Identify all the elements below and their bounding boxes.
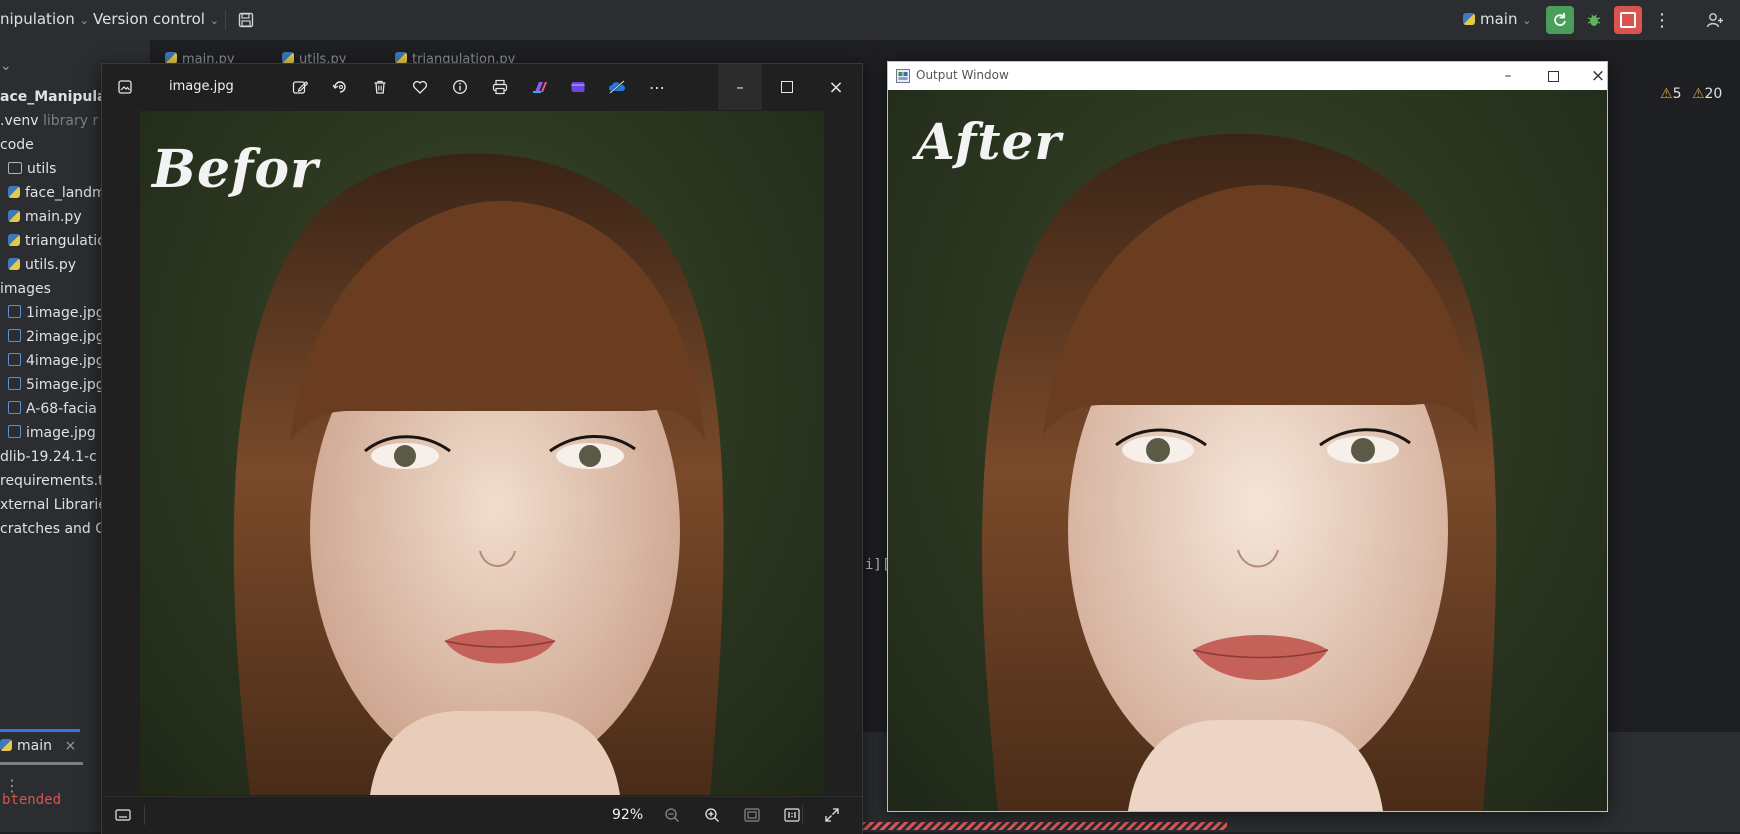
tree-item-requirements[interactable]: requirements.t: [0, 471, 104, 491]
close-button[interactable]: ×: [1583, 66, 1613, 86]
inspection-widget[interactable]: ⚠5 ⚠20: [1660, 86, 1722, 102]
tree-item-utils-folder[interactable]: utils: [8, 159, 56, 179]
tree-item-venv[interactable]: .venv library r: [0, 111, 98, 131]
info-icon[interactable]: [447, 75, 473, 99]
tree-item-code[interactable]: code: [0, 135, 34, 155]
tree-item-1image[interactable]: 1image.jpg: [8, 303, 105, 323]
image-file-icon: [8, 401, 21, 414]
weak-warning-icon: ⚠: [1691, 86, 1705, 102]
gallery-icon[interactable]: [112, 75, 138, 99]
file-name: image.jpg: [169, 79, 234, 94]
zoom-out-icon[interactable]: [659, 803, 685, 827]
close-tab-icon[interactable]: ×: [64, 738, 76, 754]
print-icon[interactable]: [487, 75, 513, 99]
tree-item-external-libraries[interactable]: xternal Libraries: [0, 495, 114, 515]
output-window-title: Output Window: [916, 68, 1009, 82]
favorite-heart-icon[interactable]: [407, 75, 433, 99]
tree-item-triangulation[interactable]: triangulatio: [8, 231, 106, 251]
portrait-after: [982, 133, 1497, 811]
image-file-icon: [8, 329, 21, 342]
before-caption: Befor: [152, 139, 319, 200]
python-icon: [8, 210, 20, 222]
run-tab-indicator: [0, 729, 80, 732]
clipchamp-icon[interactable]: [565, 75, 591, 99]
portrait-before: [233, 153, 724, 795]
vcs-menu[interactable]: Version control ⌄: [93, 10, 219, 28]
folder-icon: [8, 162, 22, 174]
image-file-icon: [8, 377, 21, 390]
maximize-button[interactable]: [1538, 66, 1568, 86]
tree-item-2image[interactable]: 2image.jpg: [8, 327, 105, 347]
rotate-icon[interactable]: [327, 75, 353, 99]
rerun-icon[interactable]: [1546, 6, 1574, 34]
tree-item-scratches[interactable]: cratches and Co: [0, 519, 114, 539]
output-window: Output Window – × After: [887, 61, 1608, 812]
minimize-button[interactable]: –: [718, 64, 762, 110]
tree-item-main-py[interactable]: main.py: [8, 207, 82, 227]
fullscreen-icon[interactable]: [819, 803, 845, 827]
close-button[interactable]: ×: [814, 64, 858, 110]
python-icon: [8, 186, 20, 198]
delete-icon[interactable]: [367, 75, 393, 99]
run-tab[interactable]: main ×: [0, 738, 76, 754]
zoom-level: 92%: [612, 807, 644, 823]
python-icon: [8, 258, 20, 270]
output-window-titlebar: Output Window – ×: [888, 62, 1607, 90]
error-underline: [862, 822, 1227, 830]
more-vertical-icon[interactable]: ⋮: [1650, 8, 1674, 32]
before-image: Befor: [140, 111, 824, 795]
minimize-button[interactable]: –: [1493, 66, 1523, 86]
fit-to-window-icon[interactable]: [739, 803, 765, 827]
status-divider: [144, 805, 145, 825]
project-menu[interactable]: nipulation ⌄: [0, 10, 89, 28]
python-icon: [0, 739, 12, 751]
status-divider: [802, 805, 803, 825]
after-caption: After: [916, 112, 1062, 171]
tree-item-dlib[interactable]: dlib-19.24.1-c: [0, 447, 97, 467]
more-options-icon[interactable]: ⋯: [644, 75, 670, 99]
save-icon[interactable]: [234, 8, 258, 32]
ide-toolbar: nipulation ⌄ Version control ⌄ main ⌄ ⋮: [0, 0, 1740, 41]
tree-item-images[interactable]: images: [0, 279, 51, 299]
run-tab-underline: [0, 762, 83, 765]
image-file-icon: [8, 353, 21, 366]
python-icon: [8, 234, 20, 246]
image-file-icon: [8, 425, 21, 438]
tree-item-face-landm[interactable]: face_landm: [8, 183, 106, 203]
tree-item-4image[interactable]: 4image.jpg: [8, 351, 105, 371]
tree-item-utils-py[interactable]: utils.py: [8, 255, 76, 275]
maximize-button[interactable]: [765, 64, 809, 110]
toolbar-divider: [225, 10, 226, 30]
image-file-icon: [8, 305, 21, 318]
app-window-icon: [896, 68, 910, 83]
python-icon: [1463, 13, 1475, 25]
photos-titlebar: image.jpg ⋯ – ×: [102, 64, 862, 110]
after-image: After: [888, 90, 1607, 811]
zoom-in-icon[interactable]: [699, 803, 725, 827]
warning-icon: ⚠: [1660, 86, 1673, 102]
photos-viewer-window: image.jpg ⋯ – × Befor 92%: [101, 63, 863, 834]
copilot-icon[interactable]: [527, 75, 553, 99]
tree-item-5image[interactable]: 5image.jpg: [8, 375, 105, 395]
tree-item-image-jpg[interactable]: image.jpg: [8, 423, 96, 443]
stop-icon[interactable]: [1614, 6, 1642, 34]
tree-item-a68-facial[interactable]: A-68-facia: [8, 399, 97, 419]
debug-icon[interactable]: [1582, 8, 1606, 32]
more-vertical-icon[interactable]: ⋮: [4, 776, 20, 795]
edit-image-icon[interactable]: [287, 75, 313, 99]
add-user-icon[interactable]: [1703, 8, 1727, 32]
onedrive-icon[interactable]: [604, 75, 630, 99]
photos-statusbar: 92%: [102, 796, 862, 834]
collapse-chevron-icon[interactable]: ⌄: [0, 58, 12, 74]
branch-selector[interactable]: main ⌄: [1463, 10, 1531, 28]
filmstrip-icon[interactable]: [110, 803, 136, 827]
